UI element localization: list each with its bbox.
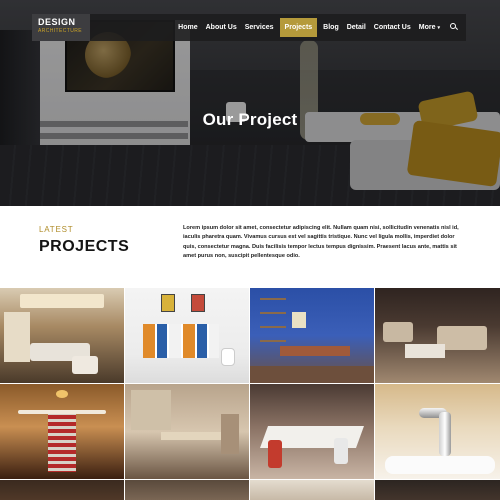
window [4, 312, 30, 362]
sink [385, 456, 495, 474]
caret-down-icon: ▾ [437, 25, 440, 31]
section-heading: PROJECTS [39, 238, 130, 255]
search-handle [454, 27, 459, 31]
sofa [383, 322, 413, 342]
ceiling-light [20, 294, 104, 308]
nav-menu: Home About Us Services Projects Blog Det… [174, 14, 466, 41]
project-image-hall[interactable] [125, 480, 249, 500]
project-image-lounge[interactable] [375, 288, 500, 383]
nav-item-more-label: More [418, 24, 436, 31]
stairs [48, 412, 76, 472]
nav-item-home[interactable]: Home [174, 14, 201, 41]
nav-item-more[interactable]: More ▾ [415, 14, 444, 41]
logo-title: DESIGN [38, 17, 76, 27]
logo[interactable]: DESIGN ARCHITECTURE [32, 14, 90, 41]
logo-subtitle: ARCHITECTURE [38, 28, 82, 34]
dining-table [161, 432, 221, 440]
coffee-table [405, 344, 445, 358]
navbar: DESIGN ARCHITECTURE Home About Us Servic… [32, 14, 466, 41]
chair [268, 440, 282, 468]
project-gallery [0, 288, 500, 500]
faucet-body [439, 412, 451, 456]
section-kicker: LATEST [39, 225, 74, 234]
cabinet [131, 390, 171, 430]
chair [334, 438, 348, 464]
floor [250, 366, 374, 383]
cabinet [143, 324, 219, 358]
nav-item-contact-us[interactable]: Contact Us [370, 14, 415, 41]
nav-item-blog[interactable]: Blog [319, 14, 343, 41]
desk [280, 346, 350, 356]
project-image-kitchen-table[interactable] [250, 384, 374, 479]
page-title: Our Project [202, 110, 298, 129]
project-image-staircase[interactable] [0, 384, 124, 479]
project-image-bedroom[interactable] [375, 480, 500, 500]
chair [221, 348, 235, 366]
project-image-living-room[interactable] [0, 288, 124, 383]
project-image-bright-room[interactable] [250, 480, 374, 500]
project-image-shelving[interactable] [125, 288, 249, 383]
project-image-office[interactable] [250, 288, 374, 383]
nav-item-detail[interactable]: Detail [343, 14, 370, 41]
art-frame [161, 294, 175, 312]
project-image-faucet[interactable] [375, 384, 500, 479]
art-frame [191, 294, 205, 312]
chandelier [56, 390, 68, 398]
project-image-dining[interactable] [125, 384, 249, 479]
intro-section: LATEST PROJECTS Lorem ipsum dolor sit am… [0, 206, 500, 288]
project-image-entrance[interactable] [0, 480, 124, 500]
nav-item-services[interactable]: Services [241, 14, 278, 41]
railing [18, 410, 106, 414]
nav-item-about-us[interactable]: About Us [202, 14, 241, 41]
intro-paragraph: Lorem ipsum dolor sit amet, consectetur … [183, 225, 459, 260]
nav-item-projects[interactable]: Projects [279, 18, 318, 37]
art-frame [292, 312, 306, 328]
shelf [260, 298, 286, 353]
armchair [72, 356, 98, 374]
search-icon[interactable] [444, 14, 466, 41]
chair [221, 414, 239, 454]
